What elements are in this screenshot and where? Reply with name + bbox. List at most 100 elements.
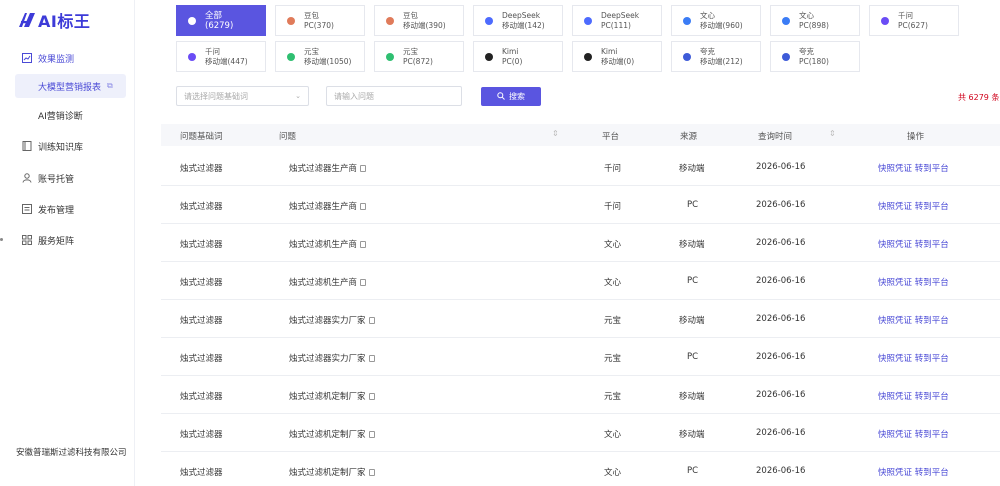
cell-question: 烛式过滤器生产商 [289,200,367,212]
tab-wenxin-mobile[interactable]: 文心 移动端(960) [671,5,761,36]
cell-platform: 千问 [604,164,622,174]
tab-yuanbao-mobile[interactable]: 元宝 移动端(1050) [275,41,365,72]
tab-doubao-pc[interactable]: 豆包 PC(370) [275,5,365,36]
cell-source: PC [687,466,699,476]
tab-kimi-pc[interactable]: Kimi PC(0) [473,41,563,72]
goto-platform-link[interactable]: 转到平台 [915,164,949,174]
copy-icon[interactable] [368,469,375,476]
cell-question: 烛式过滤器实力厂家 [289,314,375,326]
grid-icon [22,235,32,245]
snapshot-link[interactable]: 快照凭证 [878,202,912,212]
cell-source: 移动端 [679,164,705,174]
goto-platform-link[interactable]: 转到平台 [915,354,949,364]
cell-question: 烛式过滤机定制厂家 [289,466,375,478]
tab-quark-pc[interactable]: 夸克 PC(180) [770,41,860,72]
sidebar-subitem-llm-report[interactable]: 大模型营销报表 ⧉ [15,74,126,98]
table-row: 烛式过滤器 烛式过滤机生产商 文心 PC 2026-06-16 快照凭证 转到平… [161,262,1000,300]
sidebar-item-label: 效果监测 [38,54,75,65]
sidebar-item-label: 服务矩阵 [38,236,75,247]
cell-platform: 元宝 [604,316,622,326]
deepseek-icon [583,16,593,26]
tab-wenxin-pc[interactable]: 文心 PC(898) [770,5,860,36]
tab-doubao-mobile[interactable]: 豆包 移动端(390) [374,5,464,36]
snapshot-link[interactable]: 快照凭证 [878,164,912,174]
external-link-icon: ⧉ [107,81,113,90]
table-row: 烛式过滤器 烛式过滤机生产商 文心 移动端 2026-06-16 快照凭证 转到… [161,224,1000,262]
table-header: 问题基础词 问题 ⇕ 平台 来源 查询时间 ⇕ 操作 [161,124,1000,146]
cell-time: 2026-06-16 [756,390,806,400]
cell-time: 2026-06-16 [756,162,806,172]
sidebar-item-service-matrix[interactable]: 服务矩阵 [22,231,74,249]
copy-icon[interactable] [360,241,367,248]
table-row: 烛式过滤器 烛式过滤器生产商 千问 移动端 2026-06-16 快照凭证 转到… [161,148,1000,186]
copy-icon[interactable] [368,317,375,324]
column-header-action: 操作 [907,132,925,142]
copy-icon[interactable] [360,279,367,286]
wenxin-icon [682,16,692,26]
cell-keyword: 烛式过滤器 [180,164,223,174]
cell-question: 烛式过滤机生产商 [289,238,367,250]
cell-question: 烛式过滤机定制厂家 [289,390,375,402]
sidebar-subitem-ai-diagnosis[interactable]: AI营销诊断 [15,103,126,127]
wenxin-icon [781,16,791,26]
goto-platform-link[interactable]: 转到平台 [915,278,949,288]
tab-yuanbao-pc[interactable]: 元宝 PC(872) [374,41,464,72]
copy-icon[interactable] [368,355,375,362]
copy-icon[interactable] [360,165,367,172]
cell-keyword: 烛式过滤器 [180,354,223,364]
tab-kimi-mobile[interactable]: Kimi 移动端(0) [572,41,662,72]
cell-source: 移动端 [679,240,705,250]
sidebar-item-knowledge-base[interactable]: 训练知识库 [22,137,83,155]
user-icon [22,173,32,183]
copy-icon[interactable] [368,393,375,400]
cell-source: 移动端 [679,430,705,440]
snapshot-link[interactable]: 快照凭证 [878,278,912,288]
cell-platform: 文心 [604,468,622,478]
sidebar-item-publish-management[interactable]: 发布管理 [22,200,74,218]
sidebar-item-effect-monitoring[interactable]: 效果监测 [22,49,74,67]
tab-all[interactable]: 全部 (6279) [176,5,266,36]
goto-platform-link[interactable]: 转到平台 [915,202,949,212]
snapshot-link[interactable]: 快照凭证 [878,316,912,326]
brand-logo[interactable]: AI标王 [18,9,90,31]
edge-handle [0,238,3,241]
doubao-icon [286,16,296,26]
snapshot-link[interactable]: 快照凭证 [878,354,912,364]
cell-question: 烛式过滤器实力厂家 [289,352,375,364]
question-search-input[interactable] [326,86,462,106]
search-button[interactable]: 搜索 [481,87,541,106]
qianwen-icon [187,52,197,62]
cell-source: PC [687,200,699,210]
cell-time: 2026-06-16 [756,238,806,248]
goto-platform-link[interactable]: 转到平台 [915,240,949,250]
cell-keyword: 烛式过滤器 [180,316,223,326]
snapshot-link[interactable]: 快照凭证 [878,468,912,478]
goto-platform-link[interactable]: 转到平台 [915,316,949,326]
goto-platform-link[interactable]: 转到平台 [915,430,949,440]
snapshot-link[interactable]: 快照凭证 [878,240,912,250]
keyword-select[interactable]: 请选择问题基础词 ⌄ [176,86,309,106]
sort-icon[interactable]: ⇕ [552,129,559,138]
sidebar-item-label: 账号托管 [38,174,75,185]
column-header-source: 来源 [680,132,698,142]
snapshot-link[interactable]: 快照凭证 [878,430,912,440]
tab-deepseek-pc[interactable]: DeepSeek PC(111) [572,5,662,36]
tab-quark-mobile[interactable]: 夸克 移动端(212) [671,41,761,72]
tab-deepseek-mobile[interactable]: DeepSeek 移动端(142) [473,5,563,36]
tab-qianwen-pc[interactable]: 千问 PC(627) [869,5,959,36]
cell-source: PC [687,352,699,362]
chart-icon [22,53,32,63]
cell-time: 2026-06-16 [756,314,806,324]
sidebar-item-account-hosting[interactable]: 账号托管 [22,169,74,187]
kimi-icon [484,52,494,62]
all-icon [187,16,197,26]
quark-icon [781,52,791,62]
sort-icon[interactable]: ⇕ [829,129,836,138]
goto-platform-link[interactable]: 转到平台 [915,468,949,478]
column-header-time: 查询时间 [758,132,793,142]
goto-platform-link[interactable]: 转到平台 [915,392,949,402]
copy-icon[interactable] [360,203,367,210]
copy-icon[interactable] [368,431,375,438]
tab-qianwen-mobile[interactable]: 千问 移动端(447) [176,41,266,72]
snapshot-link[interactable]: 快照凭证 [878,392,912,402]
